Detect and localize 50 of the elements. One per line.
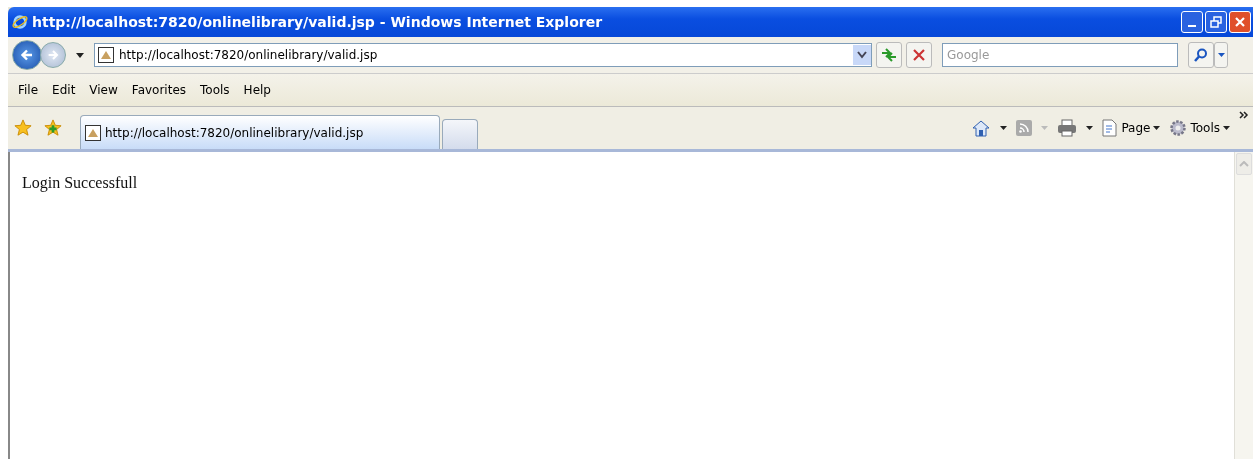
gear-icon <box>1169 119 1188 137</box>
document-icon <box>1102 119 1119 137</box>
browser-logo-icon <box>12 14 28 30</box>
minimize-icon <box>1188 25 1196 27</box>
printer-icon[interactable] <box>1057 119 1078 137</box>
scrollbar[interactable] <box>1234 152 1253 459</box>
close-icon <box>1234 16 1246 28</box>
menu-item[interactable]: Help <box>237 83 279 97</box>
caret-icon <box>1041 126 1049 130</box>
refresh-button[interactable] <box>876 42 902 68</box>
back-button[interactable] <box>12 40 42 70</box>
stop-icon <box>913 49 925 61</box>
stop-button[interactable] <box>906 42 932 68</box>
chevron-down-icon <box>857 51 867 59</box>
add-star-icon[interactable] <box>44 119 62 137</box>
caret-icon[interactable] <box>76 52 84 58</box>
arrow-left-icon <box>19 47 35 63</box>
chevron-icon[interactable] <box>1239 111 1249 119</box>
refresh-icon <box>881 48 897 62</box>
toolbar-menu-button[interactable]: Tools <box>1169 119 1230 137</box>
menu-item[interactable]: File <box>12 83 47 97</box>
caret-icon[interactable] <box>1086 126 1094 130</box>
browser-tab[interactable]: http://localhost:7820/onlinelibrary/valid.jsp <box>80 115 440 149</box>
home-icon[interactable] <box>971 119 992 137</box>
page-text: Login Successfull <box>22 174 139 192</box>
page-icon <box>85 124 101 141</box>
search-icon <box>1194 48 1208 62</box>
menu-item[interactable]: View <box>83 83 126 97</box>
caret-icon <box>1217 53 1225 57</box>
minimize-button[interactable] <box>1181 11 1203 33</box>
dropdown-button[interactable] <box>853 45 871 65</box>
page-icon <box>98 47 114 63</box>
menu-item[interactable]: Favorites <box>125 83 195 97</box>
window-title: http://localhost:7820/onlinelibrary/valid.jsp - Windows Internet Explorer <box>32 14 604 30</box>
chevron-up-icon <box>1239 161 1249 167</box>
caret-icon <box>1153 126 1161 130</box>
search-field[interactable]: Google <box>942 43 1178 67</box>
caret-icon <box>1223 126 1230 130</box>
restore-icon <box>1210 16 1222 28</box>
address-field[interactable]: http://localhost:7820/onlinelibrary/valid.jsp <box>94 43 872 67</box>
search-button[interactable] <box>1188 42 1214 68</box>
restore-button[interactable] <box>1205 11 1227 33</box>
caret-icon[interactable] <box>1000 126 1008 130</box>
arrow-right-icon <box>46 48 60 62</box>
search-options-button[interactable] <box>1214 42 1228 68</box>
star-icon[interactable] <box>14 119 32 137</box>
menu-item[interactable]: Tools <box>194 83 238 97</box>
close-button[interactable] <box>1229 11 1251 33</box>
menu-item[interactable]: Edit <box>46 83 84 97</box>
toolbar-menu-button[interactable]: Page <box>1102 119 1161 137</box>
